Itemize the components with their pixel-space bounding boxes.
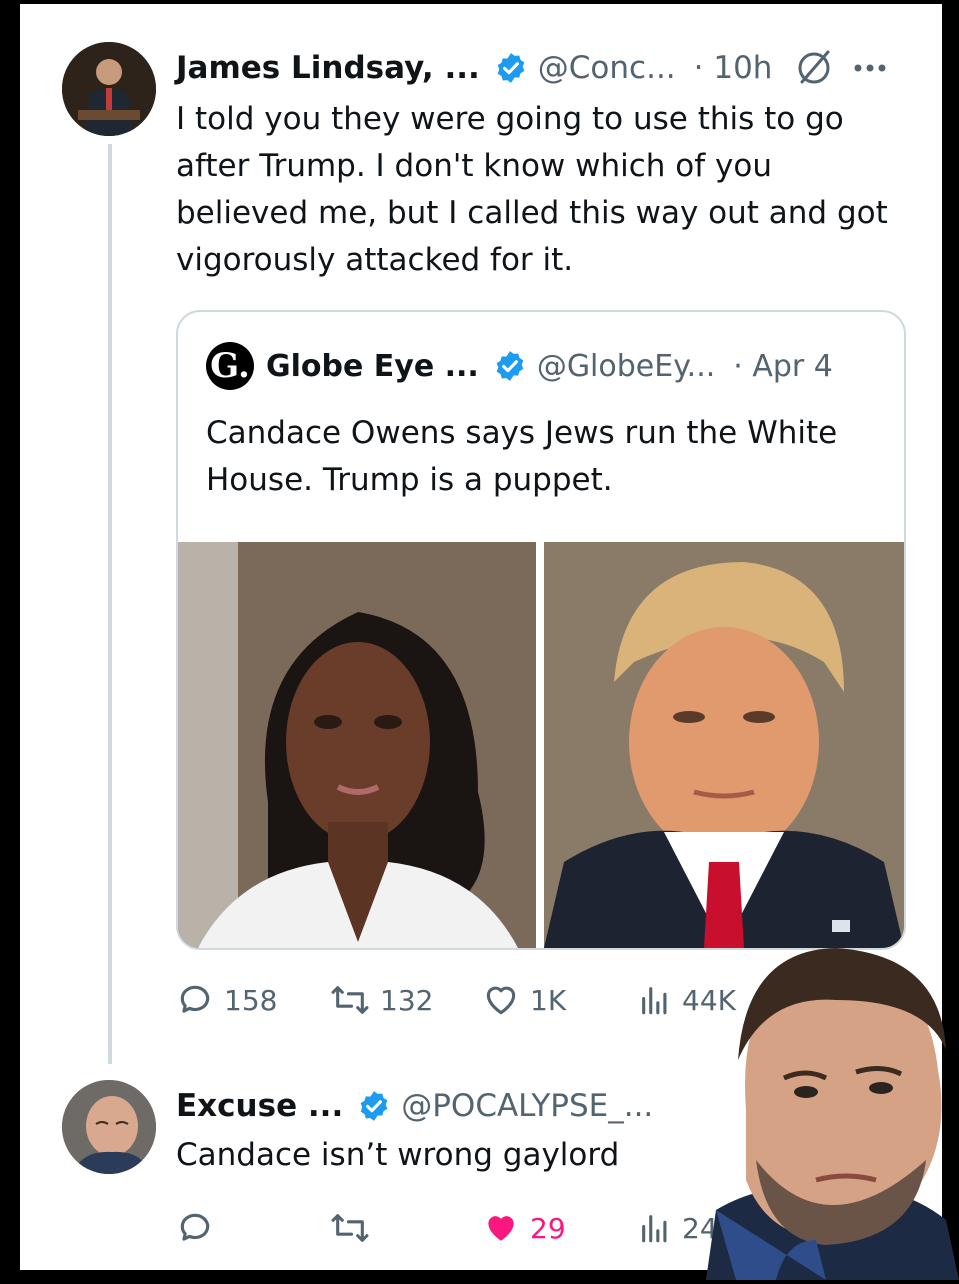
- reply-icon: [180, 985, 210, 1013]
- like-button[interactable]: 1K: [482, 981, 566, 1019]
- author-handle[interactable]: @Conc...: [538, 50, 676, 86]
- repost-count: 132: [380, 983, 434, 1017]
- quoted-tweet-header: G. Globe Eye ... @GlobeEy... · Apr 4: [206, 342, 833, 390]
- views-icon: [642, 1215, 667, 1243]
- reply-author-name[interactable]: Excuse ...: [176, 1088, 343, 1124]
- quoted-tweet-text: Candace Owens says Jews run the White Ho…: [206, 415, 838, 498]
- heart-filled-icon: [488, 1216, 514, 1241]
- verified-badge-icon: [493, 349, 527, 383]
- reply-button[interactable]: 158: [176, 981, 277, 1019]
- reply-author-handle[interactable]: @POCALYPSE_...: [401, 1088, 653, 1124]
- verified-badge-icon: [357, 1089, 391, 1123]
- photo-candace-owens[interactable]: [178, 542, 536, 948]
- avatar-james-lindsay[interactable]: [62, 42, 156, 136]
- repost-button[interactable]: 132: [330, 981, 433, 1019]
- main-tweet-text: I told you they were going to use this t…: [176, 101, 888, 278]
- like-button[interactable]: 29: [482, 1209, 566, 1247]
- reply-like-count: 29: [530, 1211, 566, 1245]
- quoted-tweet-card[interactable]: G. Globe Eye ... @GlobeEy... · Apr 4 Can…: [176, 310, 906, 950]
- reply-tweet-text: Candace isn’t wrong gaylord: [176, 1137, 620, 1173]
- views-icon: [642, 987, 667, 1015]
- verified-badge-icon: [494, 51, 528, 85]
- thread-connector-line: [108, 144, 112, 1064]
- reply-count: 158: [224, 983, 278, 1017]
- quoted-tweet-time[interactable]: · Apr 4: [733, 349, 833, 384]
- overlay-portrait-cutout: [676, 940, 959, 1280]
- quoted-author-name[interactable]: Globe Eye ...: [266, 349, 479, 384]
- repost-icon: [331, 986, 369, 1014]
- reply-icon: [180, 1213, 210, 1241]
- photo-donald-trump[interactable]: [544, 542, 904, 948]
- tweet-time[interactable]: · 10h: [694, 50, 773, 86]
- repost-icon: [331, 1214, 369, 1242]
- reply-tweet-header: Excuse ... @POCALYPSE_...: [176, 1082, 653, 1130]
- more-icon[interactable]: [852, 62, 888, 74]
- reply-button[interactable]: [176, 1209, 224, 1247]
- author-name[interactable]: James Lindsay, ...: [176, 50, 480, 86]
- grok-icon[interactable]: [794, 48, 834, 88]
- globe-eye-logo-avatar[interactable]: G.: [206, 342, 254, 390]
- repost-button[interactable]: [330, 1209, 380, 1247]
- avatar-excuse[interactable]: [62, 1080, 156, 1174]
- heart-icon: [486, 986, 516, 1015]
- quoted-author-handle[interactable]: @GlobeEy...: [537, 349, 715, 384]
- main-tweet-header: James Lindsay, ... @Conc... · 10h: [176, 44, 888, 92]
- like-count: 1K: [530, 983, 567, 1017]
